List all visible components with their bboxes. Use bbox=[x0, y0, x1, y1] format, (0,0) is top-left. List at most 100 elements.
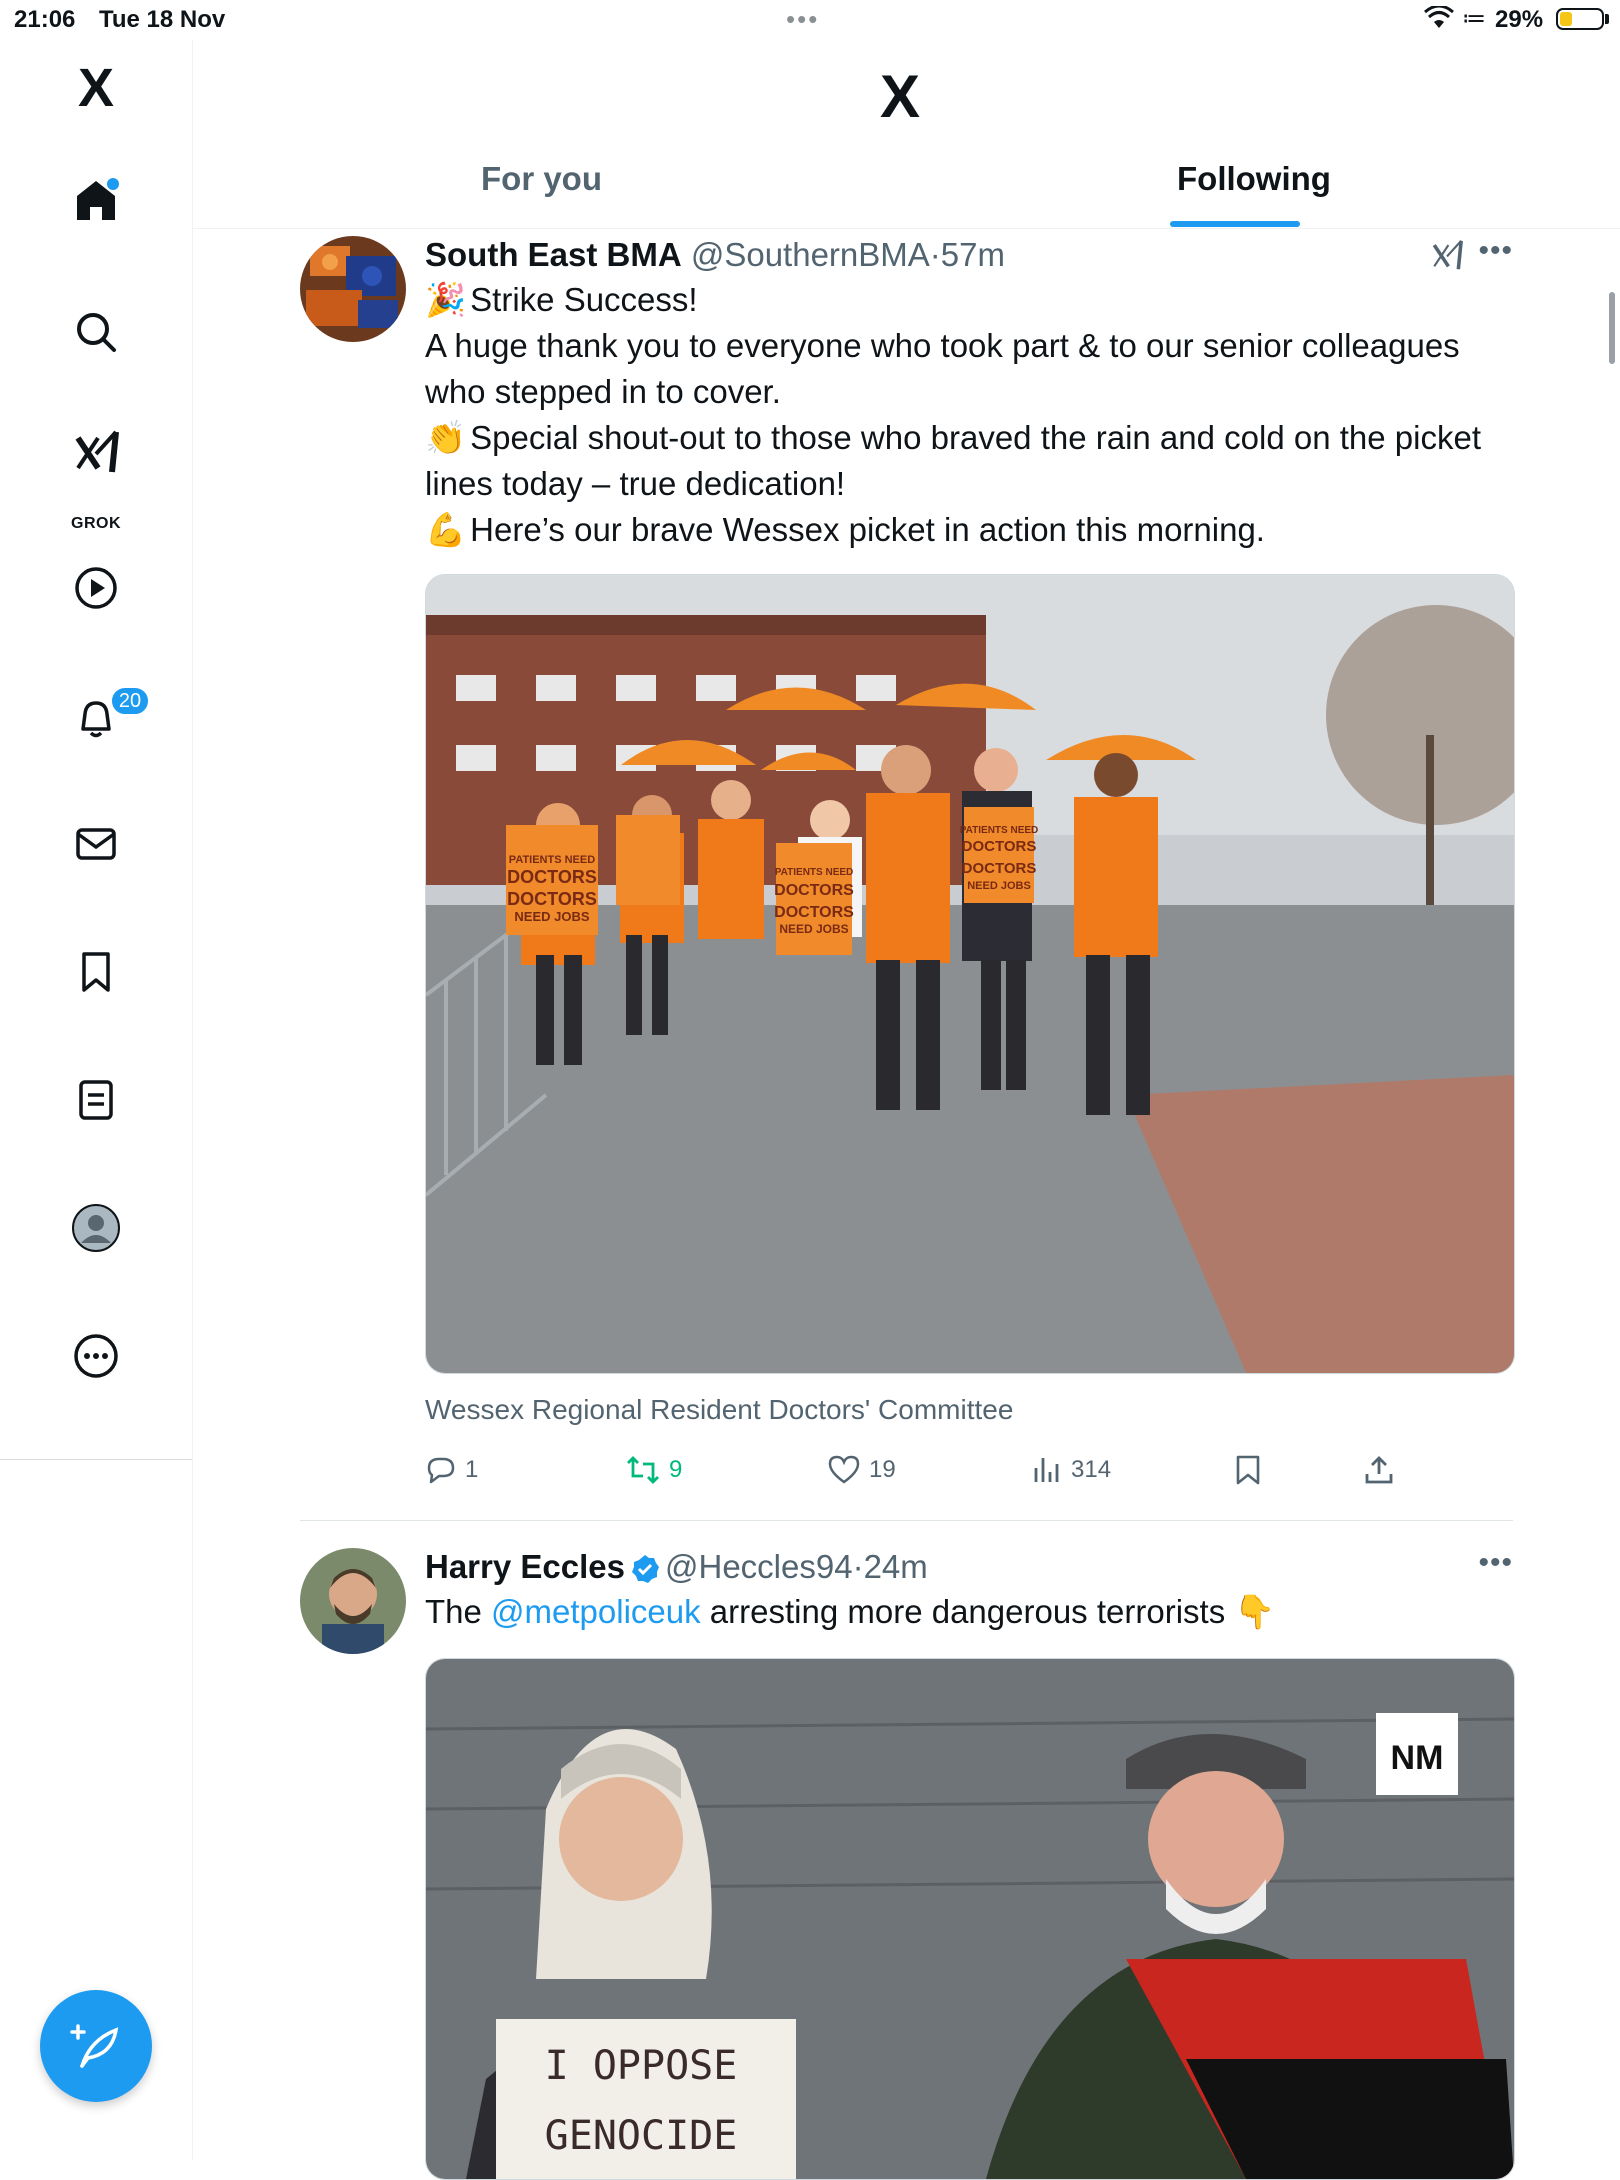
svg-text:DOCTORS: DOCTORS bbox=[962, 860, 1037, 877]
sidebar-item-search[interactable] bbox=[70, 306, 122, 358]
tweet-time[interactable]: 57m bbox=[941, 236, 1005, 273]
bookmark-icon bbox=[1236, 1455, 1260, 1485]
svg-text:DOCTORS: DOCTORS bbox=[774, 904, 854, 921]
tweet-video[interactable]: I OPPOSE GENOCIDE NM bbox=[425, 1658, 1515, 2180]
svg-text:PATIENTS NEED: PATIENTS NEED bbox=[960, 825, 1039, 836]
wifi-icon bbox=[1424, 6, 1454, 28]
sidebar-item-lists[interactable] bbox=[70, 1074, 122, 1126]
grok-icon bbox=[75, 430, 119, 473]
avatar[interactable] bbox=[300, 236, 406, 342]
search-icon bbox=[77, 313, 116, 352]
tweet-actions: 1 9 19 314 bbox=[425, 1454, 1425, 1494]
picket-line-photo: PATIENTS NEED DOCTORS DOCTORS NEED JOBS … bbox=[426, 575, 1514, 1373]
author-name[interactable]: South East BMA bbox=[425, 236, 682, 273]
author-name[interactable]: Harry Eccles bbox=[425, 1548, 625, 1585]
dot-separator: · bbox=[929, 236, 941, 273]
watermark-text: NM bbox=[1391, 1739, 1444, 1777]
protest-arrest-video-frame: I OPPOSE GENOCIDE NM bbox=[426, 1659, 1514, 2179]
multitask-dots-icon[interactable]: ••• bbox=[786, 4, 819, 35]
grok-label: GROK bbox=[71, 515, 121, 532]
tweet[interactable]: South East BMA @SouthernBMA·57m ••• 🎉 St… bbox=[300, 234, 1515, 1516]
status-time: 21:06 bbox=[14, 6, 76, 33]
reply-icon bbox=[427, 1457, 455, 1484]
header-x-logo[interactable]: X bbox=[880, 62, 920, 131]
bookmark-icon bbox=[82, 952, 110, 992]
tab-for-you[interactable]: For you bbox=[481, 160, 602, 198]
repost-count: 9 bbox=[669, 1456, 683, 1483]
verified-badge-icon bbox=[631, 1555, 659, 1584]
views-count: 314 bbox=[1071, 1456, 1112, 1483]
tweet-header: Harry Eccles @Heccles94·24m bbox=[425, 1548, 928, 1586]
svg-text:PATIENTS NEED: PATIENTS NEED bbox=[775, 867, 854, 878]
sign-mid-text: DOCTORS bbox=[507, 867, 597, 887]
bookmark-button[interactable] bbox=[1233, 1454, 1263, 1486]
video-play-icon bbox=[75, 567, 117, 609]
like-button[interactable]: 19 bbox=[827, 1454, 896, 1486]
status-bar: 21:06 Tue 18 Nov ••• ≔ 29% bbox=[0, 0, 1620, 40]
flexed-biceps-icon: 💪 bbox=[425, 511, 467, 548]
views-chart-icon bbox=[1034, 1458, 1059, 1482]
dot-separator: · bbox=[852, 1548, 864, 1585]
party-popper-icon: 🎉 bbox=[425, 281, 467, 318]
compose-button[interactable] bbox=[40, 1990, 152, 2102]
tweet-header: South East BMA @SouthernBMA·57m bbox=[425, 236, 1005, 274]
battery-percent: 29% bbox=[1495, 6, 1544, 33]
more-circle-icon bbox=[74, 1334, 118, 1378]
author-handle[interactable]: @Heccles94 bbox=[665, 1548, 853, 1585]
heart-icon bbox=[828, 1455, 860, 1484]
more-options-icon[interactable]: ••• bbox=[1478, 234, 1513, 268]
sidebar-item-bookmarks[interactable] bbox=[70, 946, 122, 998]
sidebar-item-messages[interactable] bbox=[70, 818, 122, 870]
sidebar-item-video[interactable] bbox=[70, 562, 122, 614]
tweet-line: 💪 Here’s our brave Wessex picket in acti… bbox=[425, 507, 1525, 553]
notifications-badge: 20 bbox=[110, 686, 150, 716]
lists-icon bbox=[79, 1080, 113, 1120]
tweet-photo[interactable]: PATIENTS NEED DOCTORS DOCTORS NEED JOBS … bbox=[425, 574, 1515, 1374]
sidebar-item-notifications[interactable]: 20 bbox=[70, 686, 150, 744]
tweet-divider bbox=[300, 1520, 1513, 1521]
more-options-icon[interactable]: ••• bbox=[1478, 1546, 1513, 1580]
sign-text-2: GENOCIDE bbox=[545, 2113, 738, 2159]
svg-text:NEED JOBS: NEED JOBS bbox=[779, 922, 848, 936]
clapping-hands-icon: 👏 bbox=[425, 419, 467, 456]
sign-top-text: PATIENTS NEED bbox=[509, 854, 595, 866]
grok-icon[interactable] bbox=[1430, 238, 1464, 272]
focus-list-icon: ≔ bbox=[1462, 5, 1486, 32]
sidebar-divider bbox=[0, 1459, 192, 1460]
views-button[interactable]: 314 bbox=[1031, 1454, 1111, 1486]
sign-jobs-text: NEED JOBS bbox=[514, 909, 589, 924]
timeline-header: X For you Following bbox=[193, 40, 1620, 229]
share-icon bbox=[1365, 1456, 1393, 1484]
tweet[interactable]: Harry Eccles @Heccles94·24m ••• The @metp… bbox=[300, 1546, 1515, 2180]
svg-text:DOCTORS: DOCTORS bbox=[962, 838, 1037, 855]
avatar[interactable] bbox=[300, 1548, 406, 1654]
battery-tip bbox=[1605, 14, 1609, 24]
repost-button[interactable]: 9 bbox=[625, 1454, 682, 1486]
avatar-image bbox=[300, 1548, 406, 1654]
sidebar: X GROK 20 bbox=[0, 40, 193, 2160]
repost-icon bbox=[627, 1456, 659, 1484]
tweet-line: 🎉 Strike Success! bbox=[425, 277, 1525, 323]
author-handle[interactable]: @SouthernBMA bbox=[691, 236, 930, 273]
home-unread-dot bbox=[107, 178, 119, 190]
mention-link[interactable]: @metpoliceuk bbox=[491, 1593, 701, 1630]
battery-icon bbox=[1556, 8, 1604, 30]
tab-following[interactable]: Following bbox=[1177, 160, 1331, 198]
scrollbar[interactable] bbox=[1609, 292, 1615, 364]
sidebar-item-grok[interactable] bbox=[70, 426, 122, 478]
sidebar-item-home[interactable] bbox=[70, 174, 122, 226]
avatar-image bbox=[300, 236, 406, 342]
tweet-time[interactable]: 24m bbox=[864, 1548, 928, 1585]
status-date: Tue 18 Nov bbox=[99, 6, 226, 33]
pointing-down-icon: 👇 bbox=[1234, 1593, 1276, 1630]
share-button[interactable] bbox=[1363, 1454, 1395, 1486]
reply-button[interactable]: 1 bbox=[425, 1454, 478, 1486]
mail-icon bbox=[76, 828, 116, 860]
x-logo-icon[interactable]: X bbox=[70, 61, 122, 115]
sidebar-item-more[interactable] bbox=[70, 1330, 122, 1382]
sidebar-item-profile[interactable] bbox=[70, 1202, 122, 1254]
media-caption[interactable]: Wessex Regional Resident Doctors' Commit… bbox=[425, 1394, 1013, 1426]
compose-feather-icon bbox=[70, 2024, 119, 2068]
profile-avatar-icon bbox=[72, 1204, 120, 1252]
like-count: 19 bbox=[869, 1456, 896, 1483]
